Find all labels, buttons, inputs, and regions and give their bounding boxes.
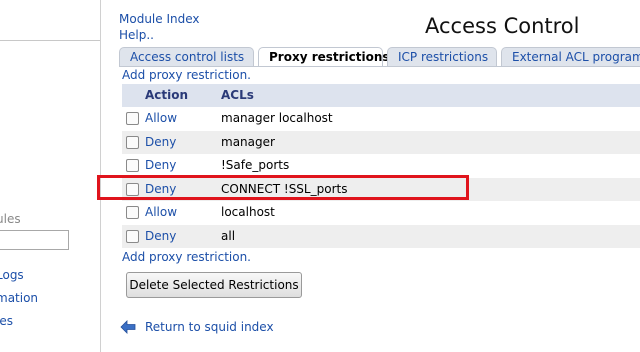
row-action-link[interactable]: Deny <box>145 158 176 172</box>
sidebar-section-label: ules <box>0 212 21 226</box>
row-action-link[interactable]: Deny <box>145 229 176 243</box>
table-row: Deny !Safe_ports <box>122 154 640 178</box>
left-sidebar: ules Logs mation ies <box>0 0 101 352</box>
tab-access-control-lists[interactable]: Access control lists <box>119 47 254 67</box>
return-to-squid-index-link[interactable]: Return to squid index <box>145 320 274 334</box>
row-checkbox[interactable] <box>126 206 139 219</box>
table-row: Allow localhost <box>122 201 640 225</box>
table-header: Action ACLs <box>122 84 640 107</box>
delete-selected-restrictions-button[interactable]: Delete Selected Restrictions <box>126 272 302 298</box>
row-acls: all <box>221 228 236 243</box>
restrictions-table: Action ACLs Allow manager localhost Deny… <box>122 84 640 248</box>
column-header-acls: ACLs <box>221 88 254 102</box>
highlight-box <box>97 175 469 200</box>
row-acls: localhost <box>221 205 275 219</box>
row-checkbox[interactable] <box>126 135 139 149</box>
row-action-link[interactable]: Deny <box>145 135 176 149</box>
row-acls: manager <box>221 134 275 149</box>
tab-icp-restrictions[interactable]: ICP restrictions <box>387 47 497 67</box>
tab-bar: Access control lists Proxy restrictions … <box>119 47 640 67</box>
table-row: Allow manager localhost <box>122 107 640 131</box>
help-link[interactable]: Help.. <box>119 28 154 42</box>
row-checkbox[interactable] <box>126 229 139 243</box>
tab-proxy-restrictions[interactable]: Proxy restrictions <box>258 47 390 67</box>
row-acls: manager localhost <box>221 111 333 125</box>
sidebar-divider <box>0 40 100 41</box>
module-index-link[interactable]: Module Index <box>119 12 199 26</box>
sidebar-search-input[interactable] <box>0 230 69 250</box>
table-row: Deny all <box>122 224 640 248</box>
back-arrow-icon[interactable] <box>120 320 136 334</box>
add-proxy-restriction-link-top[interactable]: Add proxy restriction. <box>122 68 251 82</box>
row-checkbox[interactable] <box>126 112 139 125</box>
sidebar-link-logs[interactable]: Logs <box>0 268 24 282</box>
row-action-link[interactable]: Allow <box>145 111 177 125</box>
sidebar-link-information[interactable]: mation <box>0 291 38 305</box>
row-action-link[interactable]: Allow <box>145 205 177 219</box>
tab-external-acl-programs[interactable]: External ACL programs <box>501 47 640 67</box>
table-row: Deny manager <box>122 130 640 154</box>
row-checkbox[interactable] <box>126 159 139 172</box>
page-title: Access Control <box>425 14 580 38</box>
column-header-action: Action <box>145 88 189 102</box>
tab-underline <box>119 66 640 67</box>
sidebar-link-other[interactable]: ies <box>0 314 13 328</box>
add-proxy-restriction-link-bottom[interactable]: Add proxy restriction. <box>122 250 251 264</box>
row-acls: !Safe_ports <box>221 158 290 172</box>
